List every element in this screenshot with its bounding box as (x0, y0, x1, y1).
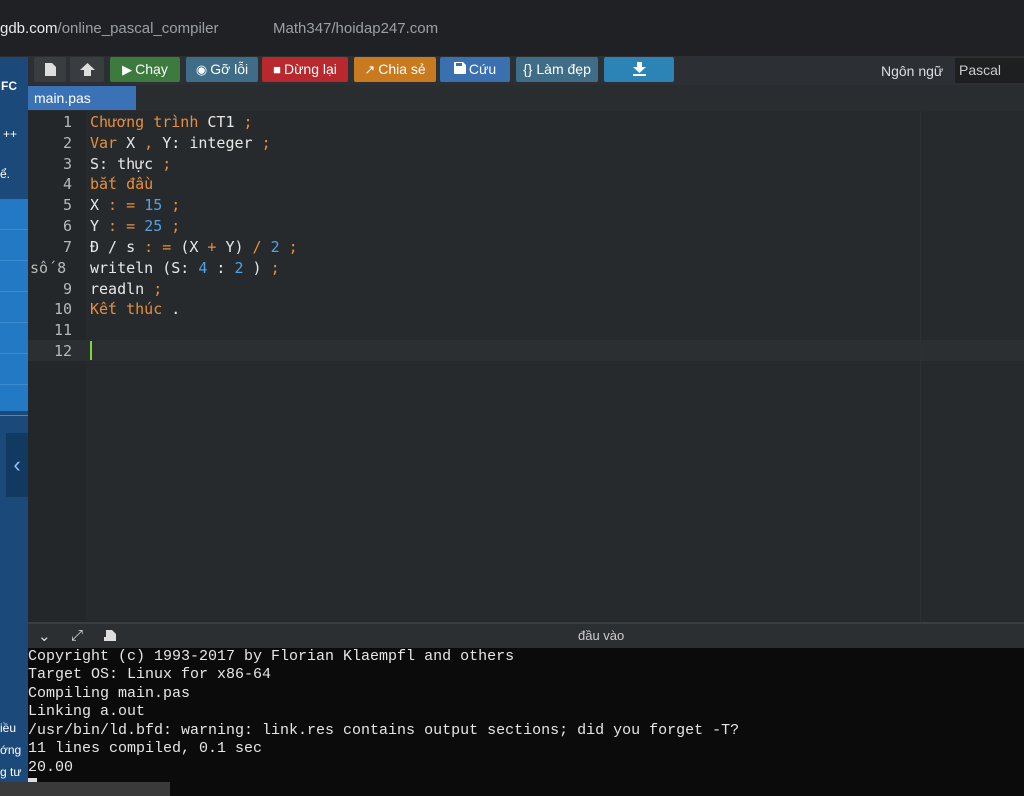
sidebar-note-item[interactable]: ể. (0, 167, 10, 181)
console-line: Target OS: Linux for x86-64 (28, 666, 272, 683)
bookmark-item[interactable]: Math347/hoidap247.com (273, 20, 438, 37)
save-button[interactable]: Cứu (440, 57, 510, 82)
code-line: readln ; (90, 280, 163, 298)
code-line: writeln (S: 4 : 2 ) ; (90, 259, 280, 277)
line-number: 1 (62, 113, 72, 131)
beautify-button[interactable]: {} Làm đẹp (516, 57, 598, 82)
horizontal-scrollbar[interactable] (0, 782, 170, 796)
sidebar-logo: FC (1, 79, 17, 93)
download-button[interactable] (604, 57, 674, 82)
run-button-label: Chạy (135, 61, 168, 77)
beautify-button-label: {} Làm đẹp (523, 61, 591, 77)
download-icon (632, 62, 646, 76)
browser-address-bar[interactable]: gdb.com/online_pascal_compiler Math347/h… (0, 0, 1024, 57)
line-number: 7 (62, 238, 72, 256)
text-cursor (90, 341, 92, 360)
line-number: 10 (53, 300, 72, 318)
console-line: 11 lines compiled, 0.1 sec (28, 740, 263, 757)
eraser-icon[interactable] (104, 629, 117, 642)
chevron-down-icon[interactable]: ⌄ (38, 627, 51, 645)
stop-button[interactable]: ■ Dừng lại (262, 57, 348, 82)
line-number: 11 (53, 321, 72, 339)
console-line: Linking a.out (28, 703, 146, 720)
code-line: Đ / s : = (X + Y) / 2 ; (90, 238, 298, 256)
line-number: số 8 (30, 259, 67, 277)
new-file-button[interactable] (34, 57, 66, 82)
stop-button-label: Dừng lại (283, 61, 337, 77)
upload-button[interactable] (70, 57, 104, 82)
sidebar-menu-item[interactable] (0, 354, 28, 385)
sidebar-menu-item[interactable] (0, 385, 28, 416)
code-line: Chương trình CT1 ; (90, 113, 253, 131)
share-icon: ↗ (364, 62, 376, 77)
language-select[interactable]: Pascal (955, 58, 1024, 83)
toolbar: ▶ Chạy ◉ Gỡ lỗi ■ Dừng lại ↗ Chia sẻ Cứu {} … (28, 57, 1024, 85)
active-line-highlight (28, 340, 1024, 361)
sidebar-bottom-item[interactable]: ớng (0, 743, 21, 757)
debug-icon: ◉ (195, 62, 208, 77)
line-number: 12 (53, 342, 72, 360)
save-icon (453, 62, 466, 74)
share-button-label: Chia sẻ (378, 61, 426, 77)
line-number: 2 (62, 134, 72, 152)
code-line: Kết thúc . (90, 300, 181, 318)
console-line: /usr/bin/ld.bfd: warning: link.res conta… (28, 722, 740, 739)
line-number: 9 (62, 280, 72, 298)
language-label: Ngôn ngữ (881, 63, 944, 79)
tab-main-pas[interactable]: main.pas (28, 86, 136, 110)
code-editor[interactable]: 1 2 3 4 5 6 7 số 8 9 10 11 12 Chương trì… (28, 111, 1024, 622)
code-line: bắt đầu (90, 175, 154, 193)
sidebar-menu-item[interactable] (0, 261, 28, 292)
output-console[interactable]: Copyright (c) 1993-2017 by Florian Klaem… (28, 648, 1024, 796)
code-line: Y : = 25 ; (90, 217, 181, 235)
sidebar-menu-item[interactable] (0, 230, 28, 261)
code-line: S: thực ; (90, 155, 172, 173)
sidebar-bottom-item[interactable]: g tư (0, 765, 21, 779)
code-line: X : = 15 ; (90, 196, 181, 214)
sidebar-cpp-item[interactable]: ++ (3, 127, 17, 141)
debug-button[interactable]: ◉ Gỡ lỗi (186, 57, 258, 82)
sidebar-bottom-item[interactable]: iều (0, 721, 16, 735)
console-line: 20.00 (28, 759, 74, 776)
left-sidebar: FC ++ ể. ‹ iều ớng g tư (0, 57, 28, 796)
expand-icon[interactable]: ⤢ (71, 627, 83, 644)
console-line: Copyright (c) 1993-2017 by Florian Klaem… (28, 648, 515, 665)
share-button[interactable]: ↗ Chia sẻ (354, 57, 436, 82)
console-line: Compiling main.pas (28, 685, 191, 702)
sidebar-menu-item[interactable] (0, 199, 28, 230)
upload-icon (79, 63, 95, 76)
code-line: Var X , Y: integer ; (90, 134, 271, 152)
line-number: 3 (62, 155, 72, 173)
file-icon (44, 63, 56, 76)
sidebar-menu-item[interactable] (0, 323, 28, 354)
debug-button-label: Gỡ lỗi (210, 61, 249, 77)
file-tabs: main.pas (28, 85, 1024, 111)
print-margin (920, 111, 921, 622)
stop-icon: ■ (273, 62, 281, 77)
sidebar-menu-item[interactable] (0, 292, 28, 323)
save-button-label: Cứu (468, 61, 497, 77)
output-title: đầu vào (578, 628, 625, 643)
sidebar-menu[interactable] (0, 199, 28, 416)
line-number: 4 (62, 175, 72, 193)
chevron-left-icon[interactable]: ‹ (6, 433, 28, 497)
play-icon: ▶ (122, 62, 133, 77)
line-number: 5 (62, 196, 72, 214)
run-button[interactable]: ▶ Chạy (110, 57, 180, 82)
address-url[interactable]: gdb.com/online_pascal_compiler (0, 20, 218, 37)
output-header: ⌄ ⤢ đầu vào (28, 622, 1024, 648)
line-number: 6 (62, 217, 72, 235)
